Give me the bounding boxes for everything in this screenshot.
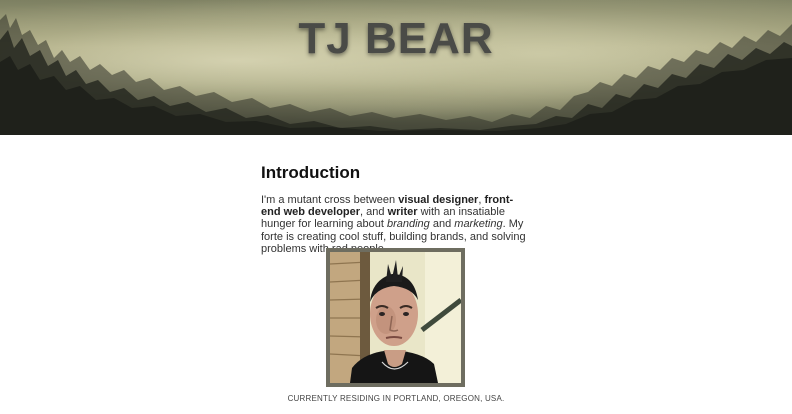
- intro-paragraph: I'm a mutant cross between visual design…: [261, 194, 531, 255]
- profile-photo: [326, 248, 465, 387]
- intro-heading: Introduction: [261, 163, 361, 182]
- intro-italic-branding: branding: [386, 218, 430, 231]
- portrait-image: [330, 252, 461, 383]
- intro-italic-marketing: marketing: [454, 218, 503, 231]
- intro-bold-visual-designer: visual designer: [398, 194, 479, 206]
- intro-text-3: , and: [360, 206, 388, 219]
- site-title: TJ BEAR: [298, 14, 494, 63]
- location-caption: CURRENTLY RESIDING IN PORTLAND, OREGON, …: [287, 394, 505, 403]
- intro-bold-writer: writer: [387, 206, 418, 219]
- main-content: Introduction I'm a mutant cross between …: [261, 135, 531, 255]
- profile-photo-frame: [326, 248, 465, 387]
- intro-text-5: and: [429, 218, 455, 231]
- intro-text-1: I'm a mutant cross between: [261, 194, 399, 206]
- header-banner: TJ BEAR: [0, 0, 792, 135]
